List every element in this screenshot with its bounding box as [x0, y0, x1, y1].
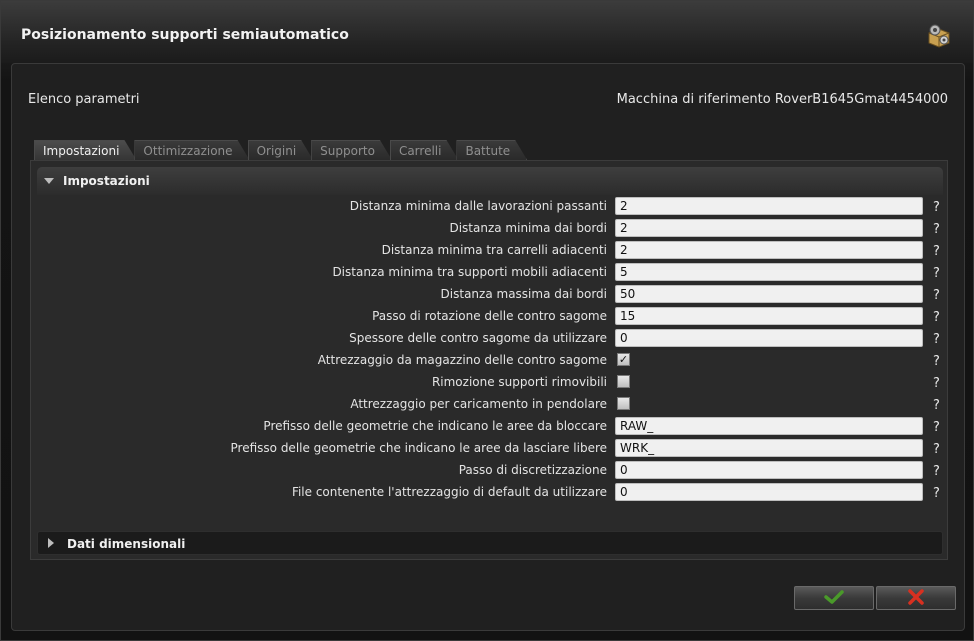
tab-bar: Impostazioni Ottimizzazione Origini Supp… — [34, 140, 525, 160]
param-row: Distanza minima dalle lavorazioni passan… — [37, 195, 943, 217]
param-row: Passo di rotazione delle contro sagome ? — [37, 305, 943, 327]
help-icon[interactable]: ? — [933, 310, 940, 325]
gear-box-icon — [925, 23, 951, 49]
param-label: Distanza minima tra supporti mobili adia… — [332, 265, 607, 279]
default-tooling-file-input[interactable] — [615, 483, 923, 501]
tab-supporto[interactable]: Supporto — [311, 140, 392, 160]
remove-removable-supports-checkbox[interactable] — [617, 375, 630, 388]
dialog-content: Elenco parametri Macchina di riferimento… — [11, 63, 965, 631]
param-label: Distanza minima dalle lavorazioni passan… — [349, 199, 607, 213]
help-icon[interactable]: ? — [933, 376, 940, 391]
help-icon[interactable]: ? — [933, 288, 940, 303]
counter-shape-thickness-input[interactable] — [615, 329, 923, 347]
reference-machine-label: Macchina di riferimento RoverB1645Gmat44… — [616, 92, 948, 107]
param-label: Distanza minima dai bordi — [449, 221, 607, 235]
help-icon[interactable]: ? — [933, 420, 940, 435]
help-icon[interactable]: ? — [933, 266, 940, 281]
param-label: Passo di rotazione delle contro sagome — [372, 309, 607, 323]
help-icon[interactable]: ? — [933, 464, 940, 479]
parameter-rows: Distanza minima dalle lavorazioni passan… — [37, 195, 943, 503]
caret-down-icon — [44, 178, 54, 184]
tab-panel: Impostazioni Distanza minima dalle lavor… — [30, 160, 948, 560]
param-label: Attrezzaggio per caricamento in pendolar… — [350, 397, 607, 411]
title-bar: Posizionamento supporti semiautomatico — [1, 1, 973, 63]
tab-origini[interactable]: Origini — [248, 140, 314, 160]
block-areas-prefix-input[interactable] — [615, 417, 923, 435]
tab-battute[interactable]: Battute — [456, 140, 527, 160]
param-label: Prefisso delle geometrie che indicano le… — [263, 419, 607, 433]
param-label: Prefisso delle geometrie che indicano le… — [230, 441, 607, 455]
close-x-icon — [907, 588, 925, 609]
min-distance-mobile-supports-input[interactable] — [615, 263, 923, 281]
param-row: Spessore delle contro sagome da utilizza… — [37, 327, 943, 349]
param-row: Attrezzaggio da magazzino delle contro s… — [37, 349, 943, 371]
param-label: Spessore delle contro sagome da utilizza… — [349, 331, 607, 345]
param-row: Distanza minima tra supporti mobili adia… — [37, 261, 943, 283]
section-header-dati-dimensionali[interactable]: Dati dimensionali — [37, 531, 943, 555]
param-row: Attrezzaggio per caricamento in pendolar… — [37, 393, 943, 415]
ok-button[interactable] — [794, 586, 874, 610]
param-label: Attrezzaggio da magazzino delle contro s… — [317, 353, 607, 367]
help-icon[interactable]: ? — [933, 244, 940, 259]
tab-impostazioni[interactable]: Impostazioni — [34, 140, 136, 160]
tab-carrelli[interactable]: Carrelli — [390, 140, 459, 160]
help-icon[interactable]: ? — [933, 222, 940, 237]
min-distance-through-machining-input[interactable] — [615, 197, 923, 215]
dialog-window: Posizionamento supporti semiautomatico E… — [0, 0, 974, 641]
param-row: Distanza minima tra carrelli adiacenti ? — [37, 239, 943, 261]
param-row: Passo di discretizzazione ? — [37, 459, 943, 481]
param-row: Distanza massima dai bordi ? — [37, 283, 943, 305]
param-row: File contenente l'attrezzaggio di defaul… — [37, 481, 943, 503]
help-icon[interactable]: ? — [933, 354, 940, 369]
param-row: Prefisso delle geometrie che indicano le… — [37, 437, 943, 459]
caret-right-icon — [48, 538, 54, 548]
param-label: Distanza massima dai bordi — [440, 287, 607, 301]
checkmark-icon — [824, 589, 844, 608]
pendular-loading-checkbox[interactable] — [617, 397, 630, 410]
section-title: Dati dimensionali — [67, 537, 186, 551]
max-distance-edges-input[interactable] — [615, 285, 923, 303]
min-distance-carriages-input[interactable] — [615, 241, 923, 259]
help-icon[interactable]: ? — [933, 486, 940, 501]
free-areas-prefix-input[interactable] — [615, 439, 923, 457]
min-distance-edges-input[interactable] — [615, 219, 923, 237]
param-row: Rimozione supporti rimovibili ? — [37, 371, 943, 393]
tab-ottimizzazione[interactable]: Ottimizzazione — [134, 140, 249, 160]
cancel-button[interactable] — [876, 586, 956, 610]
param-label: File contenente l'attrezzaggio di defaul… — [291, 485, 607, 499]
param-row: Prefisso delle geometrie che indicano le… — [37, 415, 943, 437]
help-icon[interactable]: ? — [933, 200, 940, 215]
section-header-impostazioni[interactable]: Impostazioni — [37, 167, 943, 195]
help-icon[interactable]: ? — [933, 442, 940, 457]
discretization-step-input[interactable] — [615, 461, 923, 479]
param-label: Distanza minima tra carrelli adiacenti — [381, 243, 607, 257]
warehouse-tooling-checkbox[interactable]: ✓ — [617, 353, 630, 366]
window-title: Posizionamento supporti semiautomatico — [21, 27, 349, 43]
param-label: Passo di discretizzazione — [458, 463, 607, 477]
parameters-list-label: Elenco parametri — [28, 92, 140, 107]
param-label: Rimozione supporti rimovibili — [431, 375, 607, 389]
rotation-step-input[interactable] — [615, 307, 923, 325]
param-row: Distanza minima dai bordi ? — [37, 217, 943, 239]
section-title: Impostazioni — [63, 174, 150, 188]
help-icon[interactable]: ? — [933, 398, 940, 413]
help-icon[interactable]: ? — [933, 332, 940, 347]
